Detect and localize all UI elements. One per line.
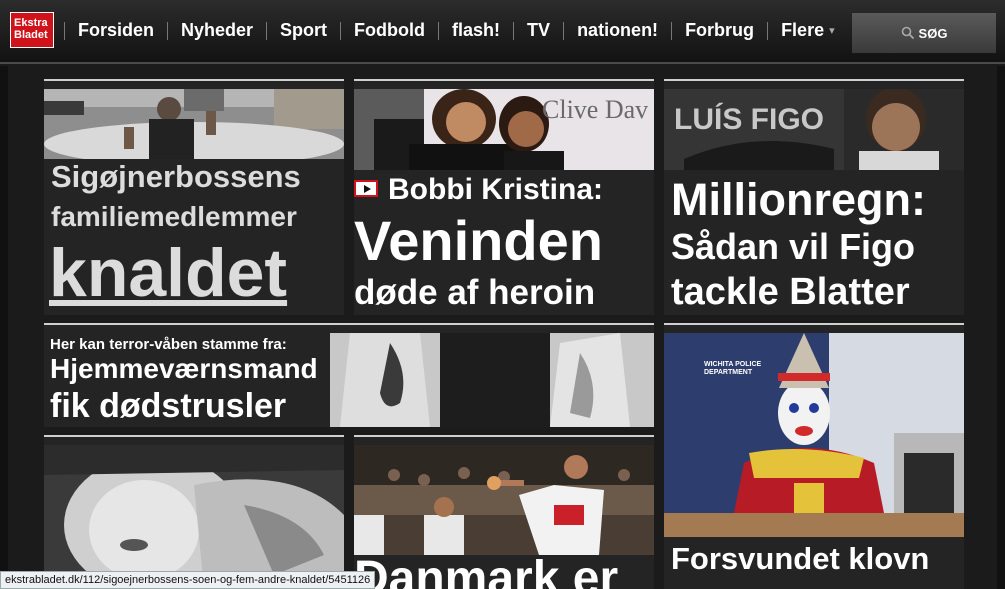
card-top-rule: [44, 435, 344, 437]
photo-backdrop-text: WICHITA POLICE DEPARTMENT: [704, 361, 762, 376]
photo-backdrop-text: LUÍS FIGO: [674, 103, 824, 136]
card-top-rule: [354, 435, 654, 437]
left-gutter: [0, 66, 8, 589]
article-card-forsvundet-klovn[interactable]: WICHITA POLICE DEPARTMENT Forsvundet klo…: [664, 323, 964, 589]
article-card-hjemmevaernsmand[interactable]: Her kan terror-våben stamme fra: Hjemmev…: [44, 323, 654, 427]
headline-line2: Sådan vil Figo: [671, 226, 916, 267]
chevron-down-icon[interactable]: ▾: [829, 24, 835, 37]
headline-line1: Hjemmeværnsmand: [50, 353, 318, 384]
nav-item-flere[interactable]: Flere: [768, 20, 837, 41]
card-top-rule: [44, 79, 344, 81]
headline-line2: familiemedlemmer: [51, 201, 297, 232]
search-icon: [901, 26, 914, 40]
card-top-rule: [44, 323, 654, 325]
headline-line1: Sigøjnerbossens: [51, 159, 301, 194]
card-top-rule: [664, 323, 964, 325]
ekstra-bladet-logo[interactable]: Ekstra Bladet: [10, 12, 54, 48]
nav-item-forbrug[interactable]: Forbrug: [672, 20, 767, 41]
search-button[interactable]: SØG: [852, 13, 996, 53]
article-photo: [44, 89, 344, 159]
top-navigation-bar: Ekstra Bladet Forsiden Nyheder Sport Fod…: [0, 0, 1005, 64]
browser-status-bar-url: ekstrabladet.dk/112/sigoejnerbossens-soe…: [0, 571, 376, 589]
headline-line3: tackle Blatter: [671, 271, 910, 313]
article-card-sigoejnerbossens[interactable]: Sigøjnerbossens familiemedlemmer knaldet: [44, 79, 344, 315]
main-nav: Forsiden Nyheder Sport Fodbold flash! TV…: [64, 20, 835, 41]
headline-line1: Veninden: [354, 209, 603, 272]
nav-item-fodbold[interactable]: Fodbold: [341, 20, 438, 41]
nav-item-sport[interactable]: Sport: [267, 20, 340, 41]
card-top-rule: [354, 79, 654, 81]
nav-item-nationen[interactable]: nationen!: [564, 20, 671, 41]
right-gutter: [997, 66, 1005, 589]
article-photo: [44, 445, 344, 589]
search-label: SØG: [918, 25, 948, 41]
nav-item-flash[interactable]: flash!: [439, 20, 513, 41]
card-top-rule: [664, 79, 964, 81]
nav-item-tv[interactable]: TV: [514, 20, 563, 41]
article-card-danmark[interactable]: Danmark er: [354, 435, 654, 589]
headline-line1: Forsvundet klovn: [671, 541, 930, 576]
article-card-figo[interactable]: LUÍS FIGO Millionregn: Sådan vil Figo ta…: [664, 79, 964, 315]
nav-item-nyheder[interactable]: Nyheder: [168, 20, 266, 41]
headline-kicker: Bobbi Kristina:: [354, 175, 603, 205]
headline-kicker: Her kan terror-våben stamme fra:: [50, 336, 287, 353]
article-card-bobbi-kristina[interactable]: Clive Dav Bobbi Kristina: Veninden døde …: [354, 79, 654, 315]
headline-line3: knaldet: [49, 235, 288, 311]
article-photo: [330, 333, 654, 427]
photo-backdrop-text: Clive Dav: [542, 95, 649, 124]
headline-line1: Millionregn:: [671, 174, 926, 225]
article-photo: LUÍS FIGO: [664, 89, 964, 170]
article-card-photo-teaser[interactable]: [44, 435, 344, 589]
kicker-text: Bobbi Kristina:: [388, 173, 603, 206]
article-photo: Clive Dav: [354, 89, 654, 170]
nav-item-forsiden[interactable]: Forsiden: [65, 20, 167, 41]
logo-text-line2: Bladet: [14, 29, 48, 41]
article-photo: [354, 445, 654, 555]
headline-line2: fik dødstrusler: [50, 387, 287, 425]
video-play-icon: [354, 179, 378, 197]
headline-line1: Danmark er: [354, 552, 619, 589]
headline-line2: døde af heroin: [354, 273, 596, 312]
article-photo: WICHITA POLICE DEPARTMENT: [664, 333, 964, 537]
logo-text-line1: Ekstra: [14, 17, 48, 29]
